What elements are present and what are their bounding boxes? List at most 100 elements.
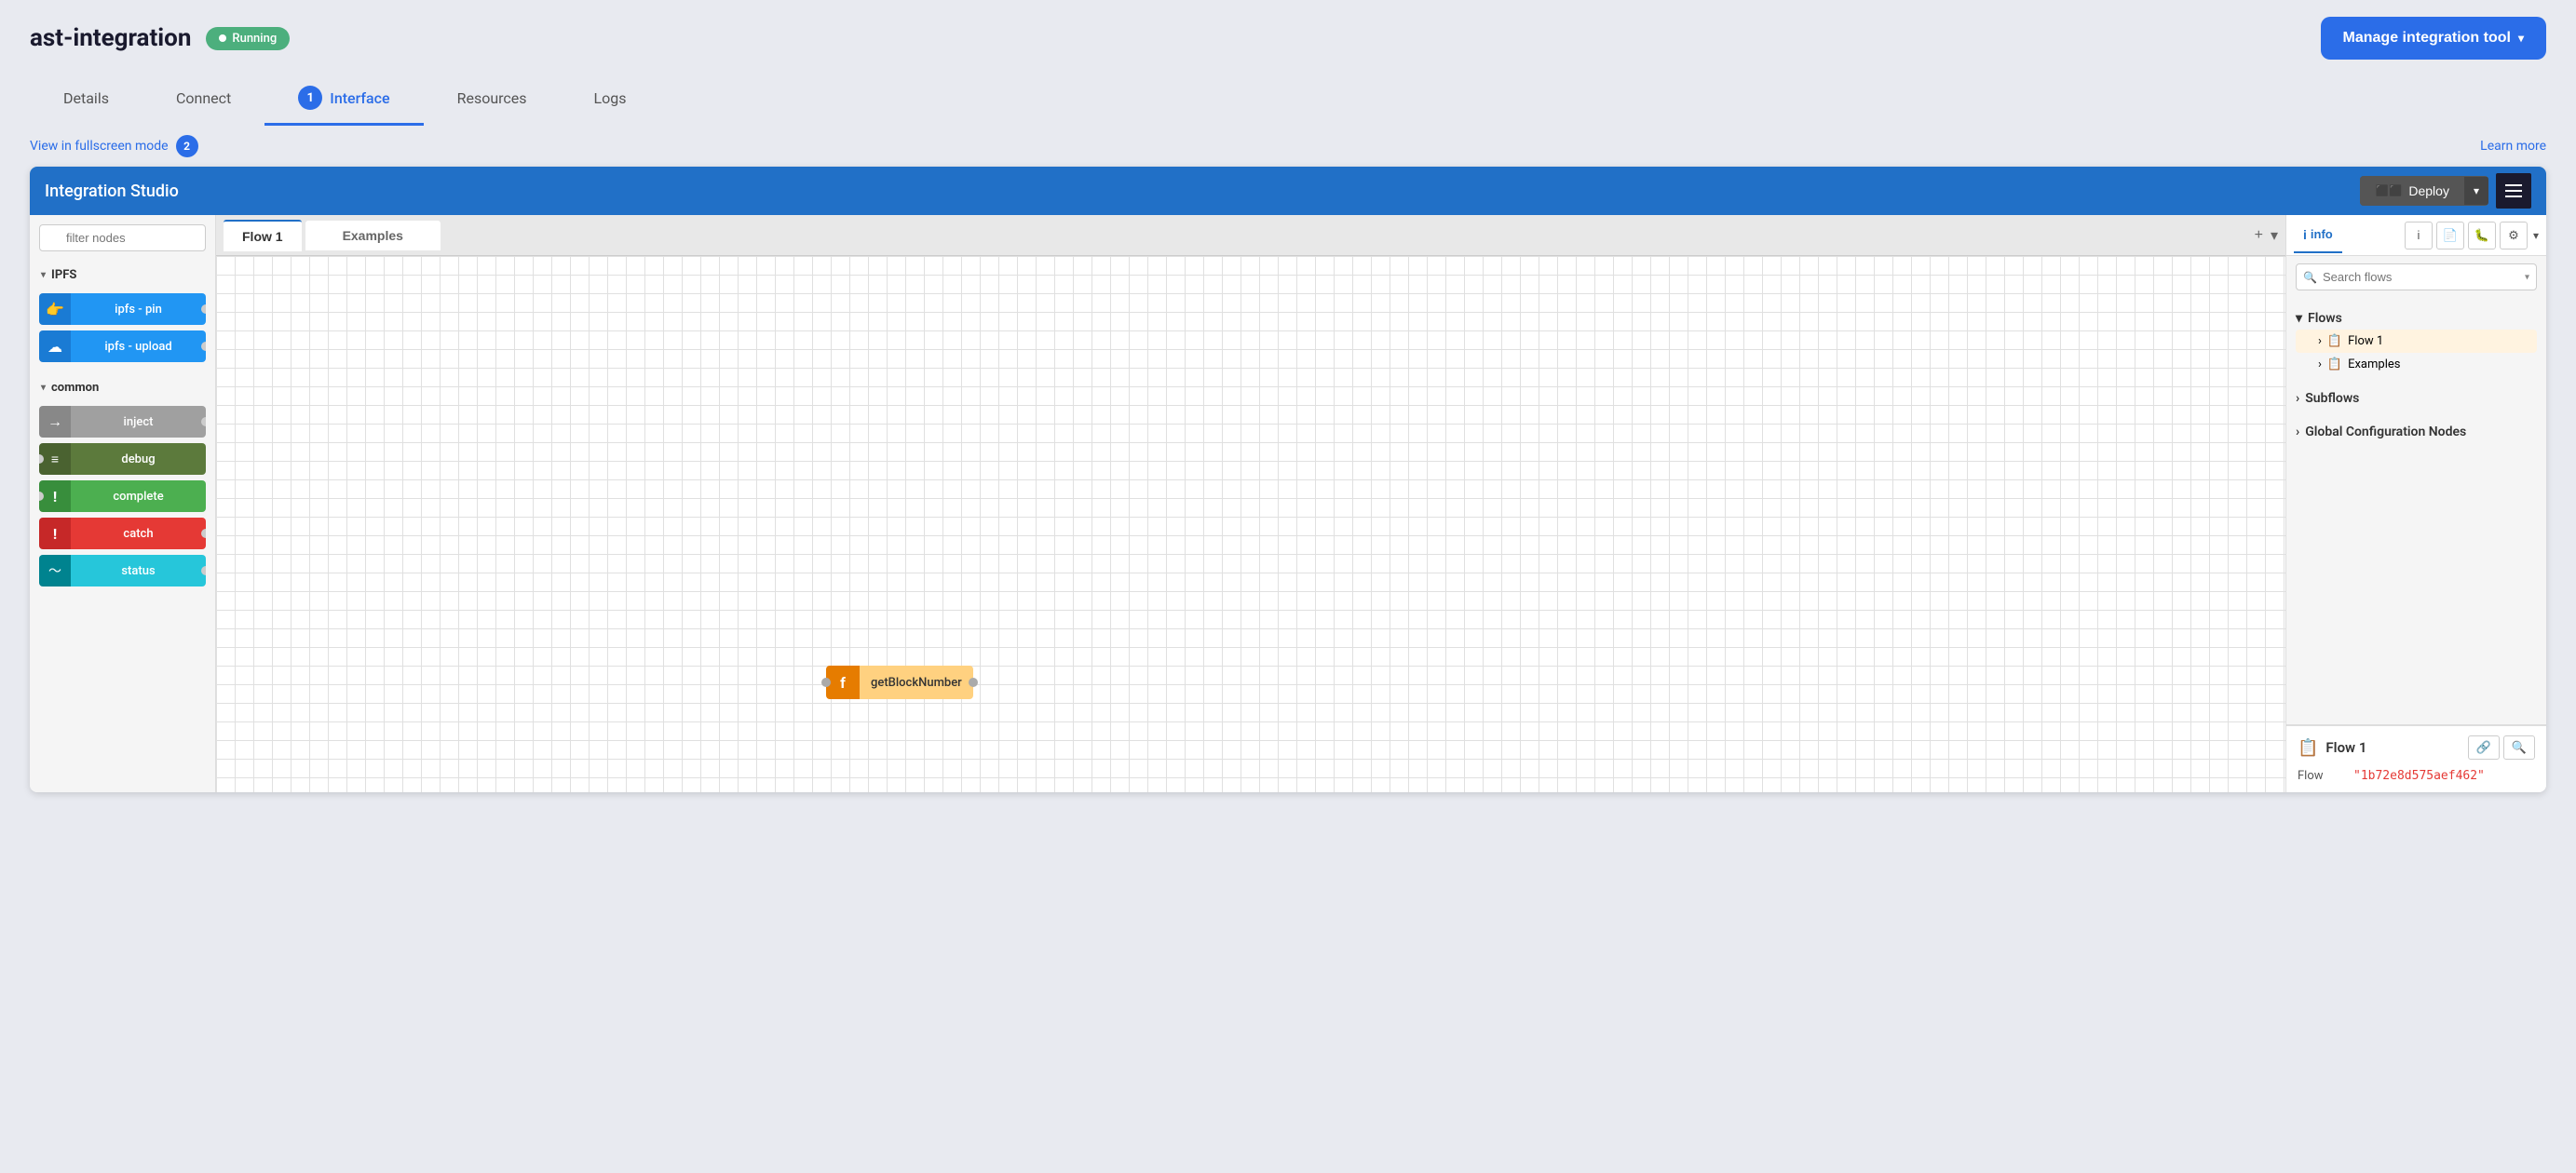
list-item[interactable]: ! complete — [39, 480, 206, 512]
rp-info-btn[interactable]: i — [2405, 222, 2433, 249]
flow-tab-examples[interactable]: Examples — [305, 221, 441, 250]
subflows-section-label: Subflows — [2305, 391, 2359, 406]
learn-more-link[interactable]: Learn more — [2480, 139, 2546, 154]
complete-icon-box: ! — [39, 480, 71, 512]
filter-wrap: 🔍 — [39, 224, 206, 251]
rp-info-search-btn[interactable]: 🔍 — [2503, 735, 2535, 760]
ipfs-upload-port-right — [201, 342, 206, 351]
canvas-area: Flow 1 Examples + ▾ f getBlockNumber — [216, 215, 2285, 792]
getblocknumber-icon: f — [826, 666, 860, 699]
subflows-chevron-icon: › — [2296, 391, 2299, 406]
rp-info-link-btns: 🔗 🔍 — [2468, 735, 2535, 760]
tab-details[interactable]: Details — [30, 78, 142, 123]
status-badge: Running — [206, 27, 290, 50]
fullscreen-link[interactable]: View in fullscreen mode 2 — [30, 135, 198, 157]
flow-tab-flow1[interactable]: Flow 1 — [224, 220, 302, 251]
top-bar: ast-integration Running Manage integrati… — [0, 0, 2576, 60]
rp-doc-btn[interactable]: 📄 — [2436, 222, 2464, 249]
search-flows-wrap: 🔍 ▾ — [2286, 256, 2546, 298]
filter-nodes-input[interactable] — [39, 224, 206, 251]
rp-info-link-btn[interactable]: 🔗 — [2468, 735, 2500, 760]
flows-section: ▾ Flows › 📋 Flow 1 › 📋 Examples — [2286, 302, 2546, 382]
rp-tabs-right: i 📄 🐛 ⚙ ▾ — [2405, 222, 2539, 249]
rp-info-section: 📋 Flow 1 🔗 🔍 Flow "1b72e8d575aef462" — [2286, 725, 2546, 792]
tab-interface-label: Interface — [330, 89, 389, 107]
deploy-dropdown-button[interactable]: ▾ — [2464, 177, 2488, 205]
subflows-section: › Subflows — [2286, 382, 2546, 415]
global-config-section-header[interactable]: › Global Configuration Nodes — [2296, 421, 2537, 443]
info-icon: i — [2303, 227, 2307, 242]
rp-info-node-icon: 📋 — [2298, 738, 2318, 758]
list-item[interactable]: → inject — [39, 406, 206, 438]
rp-tab-info[interactable]: i info — [2294, 218, 2342, 253]
tab-connect[interactable]: Connect — [142, 78, 264, 123]
rp-chevron-btn[interactable]: ▾ — [2533, 229, 2539, 242]
flows-section-label: Flows — [2308, 311, 2342, 326]
complete-label: complete — [71, 480, 206, 512]
status-icon: 〜 — [48, 561, 61, 580]
subflows-section-header[interactable]: › Subflows — [2296, 387, 2537, 410]
debug-icon: ≡ — [51, 452, 59, 467]
common-section-label: common — [51, 381, 99, 395]
examples-expand-icon: › — [2318, 357, 2322, 371]
flow-tree-expand-icon: › — [2318, 334, 2322, 348]
canvas-node-inner: f getBlockNumber — [826, 666, 973, 699]
status-port-right — [201, 566, 206, 575]
canvas-node-getblocknumber[interactable]: f getBlockNumber — [821, 666, 978, 699]
common-chevron-icon: ▾ — [41, 383, 46, 393]
tab-logs[interactable]: Logs — [561, 78, 660, 123]
add-flow-tab-button[interactable]: + — [2255, 227, 2263, 244]
flow-tree: ▾ Flows › 📋 Flow 1 › 📋 Examples — [2286, 298, 2546, 724]
rp-settings-btn[interactable]: ⚙ — [2500, 222, 2528, 249]
studio-body: 🔍 ▾ IPFS 👉 ipfs - pin — [30, 215, 2546, 792]
manage-integration-button[interactable]: Manage integration tool ▾ — [2321, 17, 2546, 60]
catch-port-right — [201, 529, 206, 538]
search-flows-input[interactable] — [2296, 263, 2537, 290]
tab-details-label: Details — [63, 89, 109, 107]
inject-icon-box: → — [39, 406, 71, 438]
ipfs-chevron-icon: ▾ — [41, 270, 46, 280]
flow-tree-item-examples[interactable]: › 📋 Examples — [2296, 353, 2537, 376]
canvas-grid[interactable]: f getBlockNumber — [216, 256, 2285, 792]
getblocknumber-port-left — [821, 678, 831, 687]
rp-info-icon: i — [2418, 228, 2420, 242]
list-item[interactable]: ! catch — [39, 518, 206, 549]
deploy-icon: ⬛⬛ — [2375, 184, 2403, 197]
ipfs-pin-port-right — [201, 304, 206, 314]
right-panel-tabs: i info i 📄 🐛 ⚙ ▾ — [2286, 215, 2546, 256]
nav-tabs: Details Connect 1 Interface Resources Lo… — [0, 60, 2576, 126]
studio-menu-button[interactable] — [2496, 173, 2531, 209]
rp-tab-info-label: info — [2311, 227, 2333, 241]
top-left: ast-integration Running — [30, 24, 290, 52]
tab-resources[interactable]: Resources — [424, 78, 561, 123]
menu-line-3 — [2505, 196, 2522, 197]
ipfs-upload-icon-box: ☁ — [39, 330, 71, 362]
menu-line-2 — [2505, 190, 2522, 192]
global-config-section-label: Global Configuration Nodes — [2305, 425, 2466, 439]
ipfs-section-header[interactable]: ▾ IPFS — [30, 261, 215, 290]
ipfs-pin-label: ipfs - pin — [71, 293, 206, 325]
ipfs-pin-icon: 👉 — [46, 301, 64, 318]
rp-debug-icon: 🐛 — [2474, 228, 2489, 243]
list-item[interactable]: 〜 status — [39, 555, 206, 586]
studio-title: Integration Studio — [45, 182, 179, 201]
tab-interface-badge: 1 — [298, 86, 322, 110]
rp-info-header: 📋 Flow 1 🔗 🔍 — [2298, 735, 2535, 760]
list-item[interactable]: ≡ debug — [39, 443, 206, 475]
list-item[interactable]: 👉 ipfs - pin — [39, 293, 206, 325]
studio-wrapper: Integration Studio ⬛⬛ Deploy ▾ — [30, 167, 2546, 792]
deploy-main-button[interactable]: ⬛⬛ Deploy — [2360, 176, 2463, 206]
flows-section-header[interactable]: ▾ Flows — [2296, 307, 2537, 330]
flow1-node-icon: 📋 — [2327, 334, 2342, 348]
tab-interface[interactable]: 1 Interface — [264, 74, 423, 126]
flow-tree-item-flow1[interactable]: › 📋 Flow 1 — [2296, 330, 2537, 353]
flow1-label: Flow 1 — [2348, 334, 2383, 348]
status-icon-box: 〜 — [39, 555, 71, 586]
deploy-button-group: ⬛⬛ Deploy ▾ — [2360, 176, 2488, 206]
studio-header-right: ⬛⬛ Deploy ▾ — [2360, 173, 2531, 209]
list-item[interactable]: ☁ ipfs - upload — [39, 330, 206, 362]
flow-tab-dropdown-button[interactable]: ▾ — [2271, 226, 2278, 245]
rp-debug-btn[interactable]: 🐛 — [2468, 222, 2496, 249]
getblocknumber-label: getBlockNumber — [860, 666, 973, 699]
common-section-header[interactable]: ▾ common — [30, 373, 215, 402]
